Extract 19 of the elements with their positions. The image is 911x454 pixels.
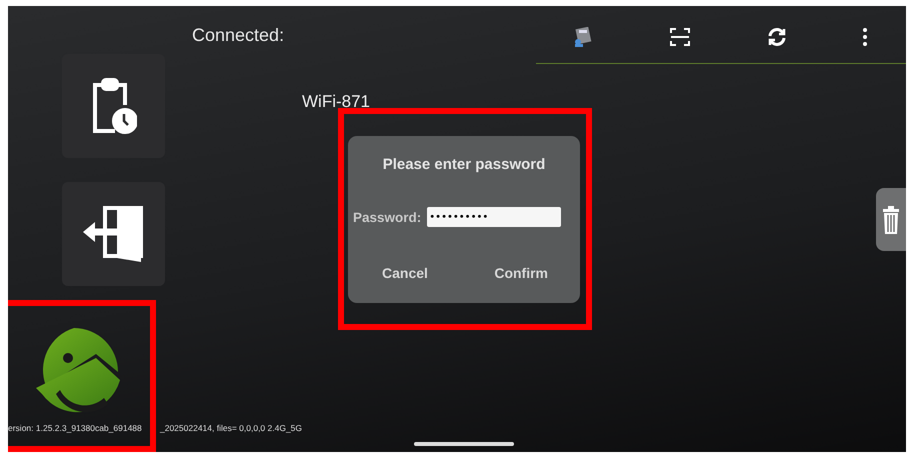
confirm-button[interactable]: Confirm <box>494 265 548 281</box>
dialog-title: Please enter password <box>382 156 546 173</box>
trash-icon <box>882 204 900 234</box>
version-text: ersion: 1.25.2.3_91380cab_691488 <box>8 423 142 433</box>
more-options-icon[interactable] <box>862 26 868 46</box>
cancel-button[interactable]: Cancel <box>382 265 428 281</box>
connection-status-label: Connected: <box>192 24 286 46</box>
calculator-person-icon[interactable] <box>573 26 594 46</box>
password-field[interactable]: •••••••••• <box>427 207 562 227</box>
clipboard-clock-icon <box>90 77 136 135</box>
version-text: _2025022414, files= 0,0,0,0 2.4G_5G <box>160 423 302 433</box>
refresh-icon[interactable] <box>766 26 787 46</box>
exit-button[interactable] <box>62 182 165 286</box>
network-name: WiFi-871 <box>302 92 370 112</box>
password-label: Password: <box>353 210 422 224</box>
side-tab-button[interactable] <box>876 188 906 251</box>
history-button[interactable] <box>62 54 165 158</box>
door-exit-icon <box>82 204 144 264</box>
scan-frame-icon[interactable] <box>669 26 692 46</box>
